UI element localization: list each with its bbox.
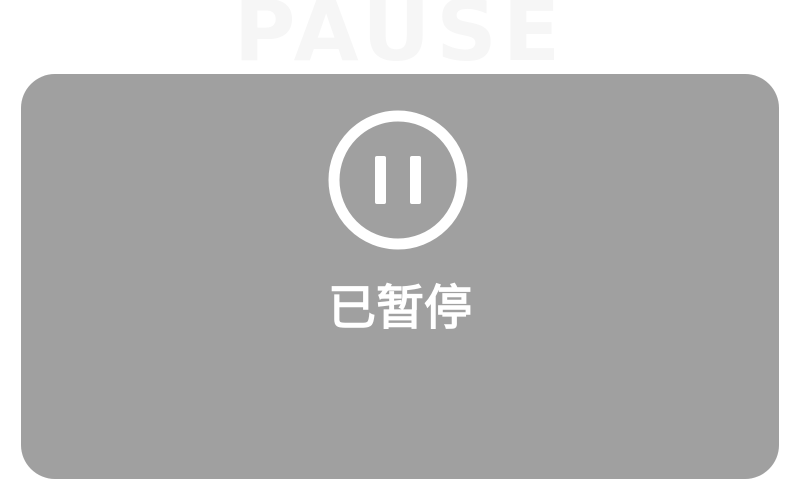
pause-watermark: PAUSE: [233, 0, 567, 80]
paused-status-label: 已暂停: [327, 280, 472, 336]
pause-circle-icon: [328, 110, 468, 250]
pause-screen: PAUSE 已暂停: [0, 0, 800, 500]
